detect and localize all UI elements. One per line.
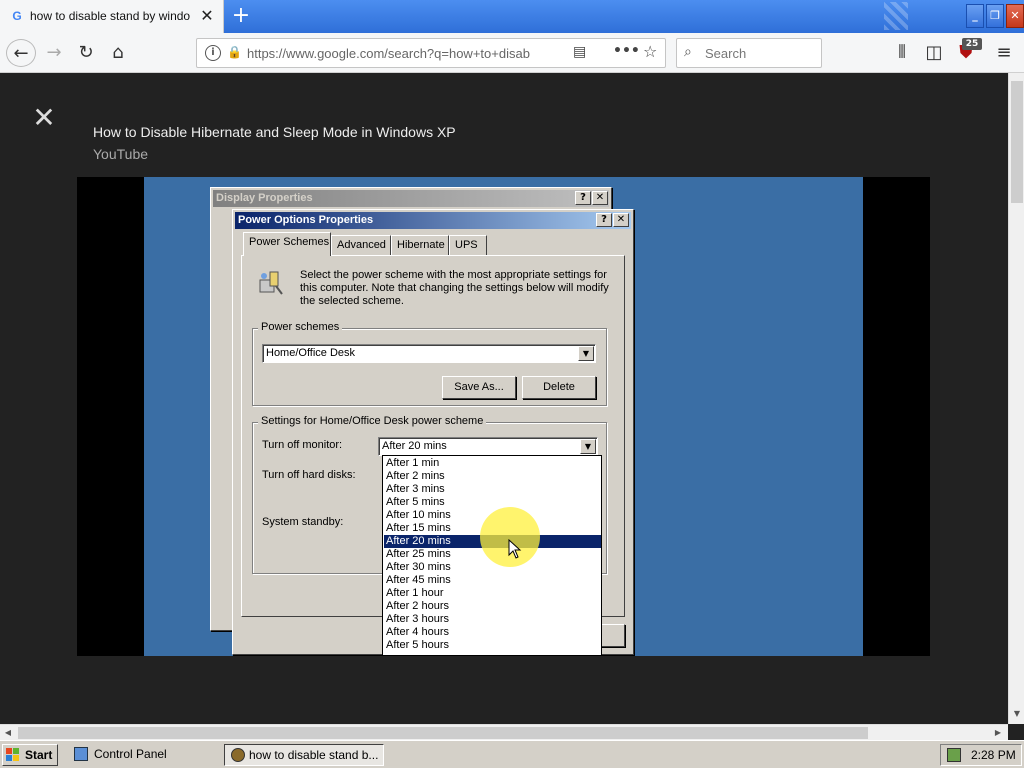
turn-off-monitor-select[interactable]: After 20 mins ▼ — [378, 437, 598, 456]
bookmark-star-icon[interactable]: ☆ — [643, 42, 657, 61]
tab-power-schemes[interactable]: Power Schemes — [243, 232, 331, 256]
page-content: ✕ How to Disable Hibernate and Sleep Mod… — [0, 73, 1008, 724]
dropdown-option[interactable]: After 3 hours — [384, 613, 601, 626]
google-favicon-icon: G — [12, 9, 22, 23]
reload-icon[interactable]: ↻ — [72, 39, 100, 67]
menu-hamburger-icon[interactable]: ≡ — [990, 39, 1018, 67]
scroll-left-arrow-icon[interactable]: ◀ — [0, 725, 16, 741]
power-help-button[interactable]: ? — [596, 213, 612, 227]
tab-close-icon[interactable]: ✕ — [198, 7, 216, 25]
taskbar-item-browser[interactable]: how to disable stand b... — [224, 744, 384, 766]
system-tray: 2:28 PM — [940, 744, 1022, 766]
forward-arrow-icon[interactable]: → — [40, 39, 68, 67]
turn-off-monitor-value: After 20 mins — [382, 440, 447, 452]
start-button[interactable]: Start — [2, 744, 58, 766]
vertical-scroll-thumb[interactable] — [1011, 81, 1023, 203]
horizontal-scrollbar[interactable]: ◀ ▶ — [0, 724, 1008, 740]
url-text[interactable]: https://www.google.com/search?q=how+to+d… — [247, 46, 537, 62]
taskbar: Start Control Panel how to disable stand… — [0, 740, 1024, 768]
network-tray-icon[interactable] — [947, 748, 961, 762]
search-icon: ⌕ — [684, 44, 692, 60]
video-player[interactable]: Display Properties ? ✕ Power Options Pro… — [77, 177, 930, 656]
description-line-2: this computer. Note that changing the se… — [300, 282, 609, 294]
taskbar-item-control-panel[interactable]: Control Panel — [70, 744, 220, 766]
power-close-button[interactable]: ✕ — [613, 213, 629, 227]
dropdown-option[interactable]: After 1 hour — [384, 587, 601, 600]
description-line-1: Select the power scheme with the most ap… — [300, 269, 607, 281]
info-icon[interactable]: i — [205, 45, 221, 61]
lock-icon: 🔒 — [227, 45, 242, 59]
page-actions-icon[interactable]: ••• — [613, 43, 640, 59]
reader-view-icon[interactable]: ▤ — [573, 44, 586, 60]
horizontal-scroll-thumb[interactable] — [18, 727, 868, 739]
dropdown-option[interactable]: After 1 min — [384, 457, 601, 470]
power-titlebar: Power Options Properties — [235, 212, 631, 229]
browser-tab[interactable]: G how to disable stand by windows ✕ — [0, 0, 224, 33]
vertical-scrollbar[interactable]: ▼ — [1008, 73, 1024, 724]
display-close-button[interactable]: ✕ — [592, 191, 608, 205]
clock: 2:28 PM — [971, 748, 1016, 762]
power-scheme-select[interactable]: Home/Office Desk ▼ — [262, 344, 596, 363]
search-placeholder: Search — [705, 46, 747, 61]
mouse-pointer-icon — [508, 538, 522, 559]
dropdown-option[interactable]: After 4 hours — [384, 626, 601, 639]
window-close-button[interactable]: ✕ — [1006, 4, 1024, 28]
power-schemes-label: Power schemes — [258, 321, 343, 333]
delete-button[interactable]: Delete — [522, 376, 596, 399]
save-as-button[interactable]: Save As... — [442, 376, 516, 399]
back-arrow-icon[interactable]: ← — [6, 39, 36, 67]
xp-decoration-icon — [884, 2, 908, 30]
sidebar-icon[interactable]: ◫ — [920, 39, 948, 67]
restore-button[interactable]: ❐ — [986, 4, 1004, 28]
url-bar[interactable]: i 🔒 https://www.google.com/search?q=how+… — [196, 38, 666, 68]
nav-toolbar: ← → ↻ ⌂ i 🔒 https://www.google.com/searc… — [0, 33, 1024, 73]
dropdown-option[interactable]: After 2 mins — [384, 470, 601, 483]
dropdown-option[interactable]: After 5 hours — [384, 639, 601, 652]
tab-advanced[interactable]: Advanced — [331, 235, 391, 255]
taskbar-item-label: Control Panel — [94, 747, 167, 761]
dropdown-option[interactable]: After 30 mins — [384, 561, 601, 574]
dropdown-option[interactable]: After 3 mins — [384, 483, 601, 496]
dropdown-option[interactable]: After 45 mins — [384, 574, 601, 587]
turn-off-monitor-label: Turn off monitor: — [262, 439, 343, 451]
chevron-down-icon[interactable]: ▼ — [578, 346, 594, 361]
power-scheme-value: Home/Office Desk — [266, 347, 356, 359]
dropdown-option[interactable]: After 2 hours — [384, 600, 601, 613]
tab-strip: G how to disable stand by windows ✕ + _ … — [0, 0, 1024, 33]
scroll-down-arrow-icon[interactable]: ▼ — [1009, 706, 1024, 722]
windows-logo-icon — [6, 748, 19, 761]
taskbar-item-label: how to disable stand b... — [249, 748, 379, 762]
video-title: How to Disable Hibernate and Sleep Mode … — [93, 124, 456, 140]
tab-title: how to disable stand by windows — [30, 9, 190, 23]
chevron-down-icon[interactable]: ▼ — [580, 439, 596, 454]
settings-label: Settings for Home/Office Desk power sche… — [258, 415, 487, 427]
close-overlay-icon[interactable]: ✕ — [32, 104, 56, 132]
display-help-button[interactable]: ? — [575, 191, 591, 205]
display-titlebar: Display Properties — [213, 190, 609, 207]
scroll-right-arrow-icon[interactable]: ▶ — [990, 725, 1006, 741]
tab-ups[interactable]: UPS — [449, 235, 487, 255]
search-box[interactable]: ⌕ Search — [676, 38, 822, 68]
video-source: YouTube — [93, 146, 149, 162]
new-tab-icon[interactable]: + — [230, 4, 252, 28]
control-panel-icon — [74, 747, 88, 761]
home-icon[interactable]: ⌂ — [104, 39, 132, 67]
dropdown-option[interactable]: After 5 mins — [384, 496, 601, 509]
minimize-button[interactable]: _ — [966, 4, 984, 28]
xp-desktop: Display Properties ? ✕ Power Options Pro… — [144, 177, 863, 656]
browser-app-icon — [231, 748, 245, 762]
library-icon[interactable]: ⫴ — [888, 39, 916, 67]
system-standby-label: System standby: — [262, 516, 344, 528]
tab-hibernate[interactable]: Hibernate — [391, 235, 449, 255]
turn-off-hard-disks-label: Turn off hard disks: — [262, 469, 356, 481]
blocked-count-badge: 25 — [962, 38, 982, 50]
power-plug-icon — [256, 268, 286, 298]
start-label: Start — [25, 748, 53, 762]
description-line-3: the selected scheme. — [300, 295, 404, 307]
